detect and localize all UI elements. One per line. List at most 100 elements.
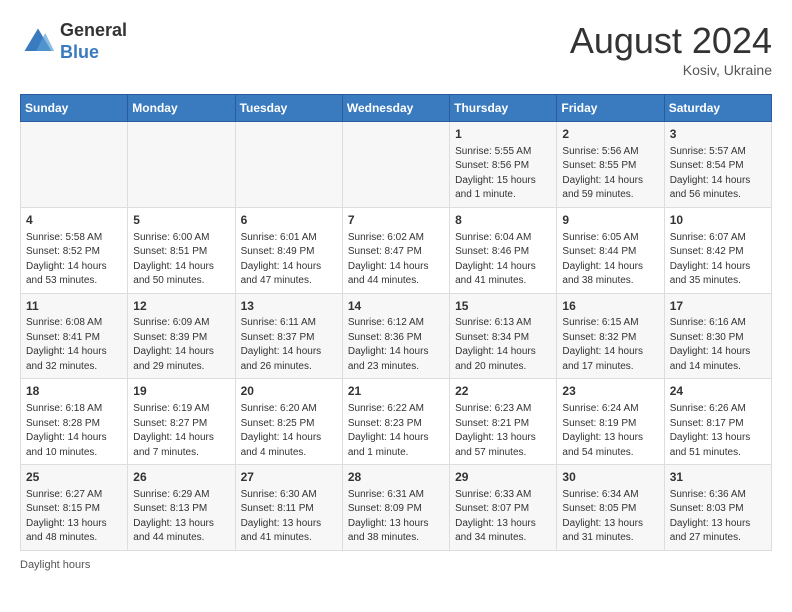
day-info: Sunrise: 6:07 AM Sunset: 8:42 PM Dayligh… xyxy=(670,231,766,289)
calendar-day-7: 7 Sunrise: 6:02 AM Sunset: 8:47 PM Daylig… xyxy=(342,207,449,293)
day-header-sunday: Sunday xyxy=(21,95,128,122)
calendar-day-29: 29 Sunrise: 6:33 AM Sunset: 8:07 PM Dayli… xyxy=(450,465,557,551)
day-number: 23 xyxy=(562,383,658,400)
calendar-day-5: 5 Sunrise: 6:00 AM Sunset: 8:51 PM Daylig… xyxy=(128,207,235,293)
day-number: 9 xyxy=(562,212,658,229)
day-info: Sunrise: 5:57 AM Sunset: 8:54 PM Dayligh… xyxy=(670,145,766,203)
day-info: Sunrise: 6:27 AM Sunset: 8:15 PM Dayligh… xyxy=(26,488,122,546)
calendar-day-12: 12Sunrise: 6:09 AM Sunset: 8:39 PM Dayli… xyxy=(128,293,235,379)
calendar-week-row: 25 Sunrise: 6:27 AM Sunset: 8:15 PM Dayli… xyxy=(21,465,772,551)
logo-general: General xyxy=(60,20,127,42)
day-info: Sunrise: 5:58 AM Sunset: 8:52 PM Dayligh… xyxy=(26,231,122,289)
day-info: Sunrise: 6:05 AM Sunset: 8:44 PM Dayligh… xyxy=(562,231,658,289)
calendar-day-28: 28Sunrise: 6:31 AM Sunset: 8:09 PM Dayli… xyxy=(342,465,449,551)
day-info: Sunrise: 6:23 AM Sunset: 8:21 PM Dayligh… xyxy=(455,402,551,460)
calendar-day-17: 17Sunrise: 6:16 AM Sunset: 8:30 PM Dayli… xyxy=(664,293,771,379)
day-number: 13 xyxy=(241,298,337,315)
day-info: Sunrise: 6:19 AM Sunset: 8:27 PM Dayligh… xyxy=(133,402,229,460)
day-number: 5 xyxy=(133,212,229,229)
day-number: 29 xyxy=(455,469,551,486)
footer-note: Daylight hours xyxy=(20,559,772,571)
day-number: 8 xyxy=(455,212,551,229)
day-number: 18 xyxy=(26,383,122,400)
day-info: Sunrise: 6:00 AM Sunset: 8:51 PM Dayligh… xyxy=(133,231,229,289)
calendar-day-1: 1Sunrise: 5:55 AM Sunset: 8:56 PM Daylig… xyxy=(450,122,557,208)
day-info: Sunrise: 6:15 AM Sunset: 8:32 PM Dayligh… xyxy=(562,316,658,374)
calendar-day-19: 19 Sunrise: 6:19 AM Sunset: 8:27 PM Dayli… xyxy=(128,379,235,465)
day-number: 26 xyxy=(133,469,229,486)
day-info: Sunrise: 6:36 AM Sunset: 8:03 PM Dayligh… xyxy=(670,488,766,546)
day-number: 3 xyxy=(670,126,766,143)
day-info: Sunrise: 5:56 AM Sunset: 8:55 PM Dayligh… xyxy=(562,145,658,203)
day-number: 31 xyxy=(670,469,766,486)
calendar-day-20: 20 Sunrise: 6:20 AM Sunset: 8:25 PM Dayli… xyxy=(235,379,342,465)
day-number: 28 xyxy=(348,469,444,486)
calendar-day-6: 6 Sunrise: 6:01 AM Sunset: 8:49 PM Daylig… xyxy=(235,207,342,293)
day-header-thursday: Thursday xyxy=(450,95,557,122)
calendar-day-24: 24Sunrise: 6:26 AM Sunset: 8:17 PM Dayli… xyxy=(664,379,771,465)
day-info: Sunrise: 6:20 AM Sunset: 8:25 PM Dayligh… xyxy=(241,402,337,460)
calendar-day-26: 26 Sunrise: 6:29 AM Sunset: 8:13 PM Dayli… xyxy=(128,465,235,551)
day-info: Sunrise: 6:26 AM Sunset: 8:17 PM Dayligh… xyxy=(670,402,766,460)
calendar-day-22: 22 Sunrise: 6:23 AM Sunset: 8:21 PM Dayli… xyxy=(450,379,557,465)
day-number: 15 xyxy=(455,298,551,315)
day-info: Sunrise: 6:29 AM Sunset: 8:13 PM Dayligh… xyxy=(133,488,229,546)
day-header-tuesday: Tuesday xyxy=(235,95,342,122)
calendar-day-2: 2 Sunrise: 5:56 AM Sunset: 8:55 PM Daylig… xyxy=(557,122,664,208)
calendar-day-8: 8 Sunrise: 6:04 AM Sunset: 8:46 PM Daylig… xyxy=(450,207,557,293)
day-number: 2 xyxy=(562,126,658,143)
day-info: Sunrise: 6:33 AM Sunset: 8:07 PM Dayligh… xyxy=(455,488,551,546)
day-number: 17 xyxy=(670,298,766,315)
calendar-day-10: 10 Sunrise: 6:07 AM Sunset: 8:42 PM Dayli… xyxy=(664,207,771,293)
calendar-empty-cell xyxy=(128,122,235,208)
day-number: 19 xyxy=(133,383,229,400)
day-number: 20 xyxy=(241,383,337,400)
day-info: Sunrise: 6:30 AM Sunset: 8:11 PM Dayligh… xyxy=(241,488,337,546)
day-number: 4 xyxy=(26,212,122,229)
logo-blue: Blue xyxy=(60,42,127,64)
day-number: 12 xyxy=(133,298,229,315)
day-number: 7 xyxy=(348,212,444,229)
month-year: August 2024 xyxy=(570,20,772,62)
day-number: 21 xyxy=(348,383,444,400)
day-number: 14 xyxy=(348,298,444,315)
title-block: August 2024 Kosiv, Ukraine xyxy=(570,20,772,78)
calendar-day-27: 27 Sunrise: 6:30 AM Sunset: 8:11 PM Dayli… xyxy=(235,465,342,551)
day-number: 6 xyxy=(241,212,337,229)
day-info: Sunrise: 6:24 AM Sunset: 8:19 PM Dayligh… xyxy=(562,402,658,460)
page-header: General Blue August 2024 Kosiv, Ukraine xyxy=(20,20,772,78)
location: Kosiv, Ukraine xyxy=(570,62,772,78)
calendar-day-21: 21Sunrise: 6:22 AM Sunset: 8:23 PM Dayli… xyxy=(342,379,449,465)
calendar-empty-cell xyxy=(342,122,449,208)
calendar-day-31: 31 Sunrise: 6:36 AM Sunset: 8:03 PM Dayli… xyxy=(664,465,771,551)
day-info: Sunrise: 6:02 AM Sunset: 8:47 PM Dayligh… xyxy=(348,231,444,289)
day-info: Sunrise: 6:12 AM Sunset: 8:36 PM Dayligh… xyxy=(348,316,444,374)
day-number: 10 xyxy=(670,212,766,229)
calendar-day-11: 11Sunrise: 6:08 AM Sunset: 8:41 PM Dayli… xyxy=(21,293,128,379)
day-info: Sunrise: 5:55 AM Sunset: 8:56 PM Dayligh… xyxy=(455,145,551,203)
day-info: Sunrise: 6:13 AM Sunset: 8:34 PM Dayligh… xyxy=(455,316,551,374)
calendar-day-4: 4 Sunrise: 5:58 AM Sunset: 8:52 PM Daylig… xyxy=(21,207,128,293)
calendar-day-25: 25 Sunrise: 6:27 AM Sunset: 8:15 PM Dayli… xyxy=(21,465,128,551)
logo: General Blue xyxy=(20,20,127,63)
calendar-day-18: 18Sunrise: 6:18 AM Sunset: 8:28 PM Dayli… xyxy=(21,379,128,465)
day-number: 27 xyxy=(241,469,337,486)
logo-text: General Blue xyxy=(60,20,127,63)
calendar-table: SundayMondayTuesdayWednesdayThursdayFrid… xyxy=(20,94,772,551)
day-number: 16 xyxy=(562,298,658,315)
calendar-week-row: 4 Sunrise: 5:58 AM Sunset: 8:52 PM Daylig… xyxy=(21,207,772,293)
day-header-saturday: Saturday xyxy=(664,95,771,122)
day-info: Sunrise: 6:11 AM Sunset: 8:37 PM Dayligh… xyxy=(241,316,337,374)
calendar-empty-cell xyxy=(21,122,128,208)
day-number: 22 xyxy=(455,383,551,400)
calendar-day-23: 23 Sunrise: 6:24 AM Sunset: 8:19 PM Dayli… xyxy=(557,379,664,465)
day-info: Sunrise: 6:04 AM Sunset: 8:46 PM Dayligh… xyxy=(455,231,551,289)
calendar-day-9: 9 Sunrise: 6:05 AM Sunset: 8:44 PM Daylig… xyxy=(557,207,664,293)
calendar-day-30: 30Sunrise: 6:34 AM Sunset: 8:05 PM Dayli… xyxy=(557,465,664,551)
day-info: Sunrise: 6:01 AM Sunset: 8:49 PM Dayligh… xyxy=(241,231,337,289)
calendar-week-row: 11Sunrise: 6:08 AM Sunset: 8:41 PM Dayli… xyxy=(21,293,772,379)
calendar-day-15: 15Sunrise: 6:13 AM Sunset: 8:34 PM Dayli… xyxy=(450,293,557,379)
calendar-day-14: 14Sunrise: 6:12 AM Sunset: 8:36 PM Dayli… xyxy=(342,293,449,379)
day-number: 11 xyxy=(26,298,122,315)
day-number: 25 xyxy=(26,469,122,486)
